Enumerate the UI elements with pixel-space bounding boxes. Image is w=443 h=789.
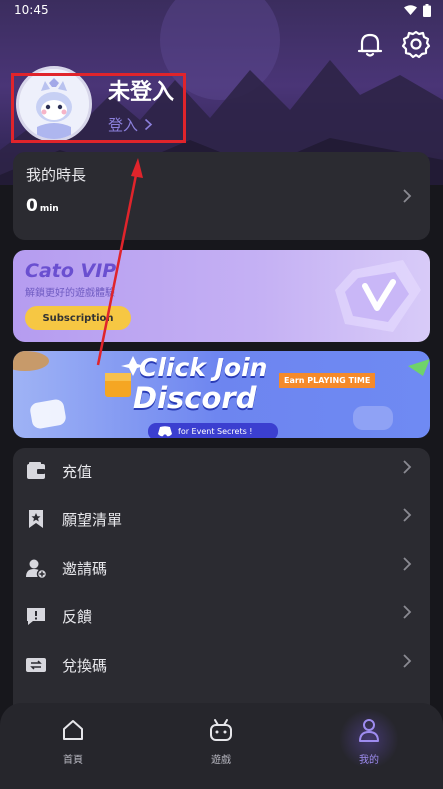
gamepad-icon [210, 719, 232, 741]
chevron-right-icon [403, 508, 412, 522]
duration-value-group: 0 min [26, 196, 59, 216]
profile-icon [359, 719, 379, 742]
feedback-icon [27, 608, 45, 625]
discord-banner[interactable]: Click Join Discord Earn PLAYING TIME for… [13, 351, 430, 438]
bell-icon[interactable] [354, 28, 386, 60]
tab-label: 遊戲 [211, 755, 231, 766]
menu-item-label: 充值 [62, 463, 93, 481]
chevron-right-icon [403, 557, 412, 571]
discord-icon [158, 426, 172, 437]
chevron-right-icon [403, 605, 412, 619]
battery-icon [423, 4, 431, 17]
menu-item-label: 邀請碼 [62, 560, 108, 578]
wallet-icon [27, 462, 45, 479]
discord-title-line1: Click Join [139, 353, 268, 382]
status-time: 10:45 [14, 3, 49, 17]
vip-crystal-icon [335, 260, 421, 332]
highlight-box [11, 73, 186, 143]
status-icons [404, 4, 431, 17]
tab-home[interactable]: 首頁 [33, 717, 113, 766]
add-user-icon [26, 559, 47, 579]
menu-item-label: 願望清單 [62, 511, 123, 529]
duration-label: 我的時長 [26, 166, 87, 184]
duration-unit: min [39, 204, 59, 214]
tab-profile[interactable]: 我的 [329, 709, 409, 769]
menu-item-invite-code[interactable]: 邀請碼 [13, 545, 430, 593]
home-icon [63, 720, 83, 740]
vip-subtitle: 解鎖更好的遊戲體驗 [25, 288, 115, 299]
tab-label: 首頁 [63, 755, 83, 766]
menu-item-wishlist[interactable]: 願望清單 [13, 496, 430, 544]
bottom-tab-bar: 首頁 遊戲 我的 [0, 703, 443, 789]
menu-item-recharge[interactable]: 充值 [13, 448, 430, 496]
app-screen: 10:45 未登入 登入 我的時長 0 min Cato VIP 解鎖更好的遊戲… [0, 0, 443, 789]
chevron-right-icon [403, 654, 412, 668]
discord-footer-bar: for Event Secrets ! [148, 423, 278, 438]
chevron-right-icon [403, 460, 412, 474]
menu-item-label: 反饋 [62, 608, 93, 626]
menu-item-redeem-code[interactable]: 兌換碼 [13, 642, 430, 690]
gear-icon[interactable] [400, 28, 432, 60]
vip-title: Cato VIP [25, 260, 117, 282]
vip-banner[interactable]: Cato VIP 解鎖更好的遊戲體驗 Subscription [13, 250, 430, 342]
subscription-button[interactable]: Subscription [25, 306, 131, 330]
tab-label: 我的 [359, 755, 379, 766]
discord-footer-text: for Event Secrets ! [178, 427, 253, 436]
discord-badge: Earn PLAYING TIME [279, 373, 376, 388]
status-bar: 10:45 [0, 0, 443, 22]
exchange-ticket-icon [26, 658, 46, 672]
tab-games[interactable]: 遊戲 [181, 717, 261, 766]
menu-list: 充值 願望清單 邀請碼 反饋 兌換碼 [13, 448, 430, 738]
wifi-icon [404, 5, 417, 15]
chevron-right-icon [403, 189, 412, 203]
menu-item-feedback[interactable]: 反饋 [13, 593, 430, 641]
bookmark-star-icon [29, 510, 43, 528]
menu-item-label: 兌換碼 [62, 657, 108, 675]
discord-title-line2: Discord [133, 381, 257, 415]
duration-card[interactable]: 我的時長 0 min [13, 152, 430, 240]
duration-value: 0 [26, 196, 38, 216]
